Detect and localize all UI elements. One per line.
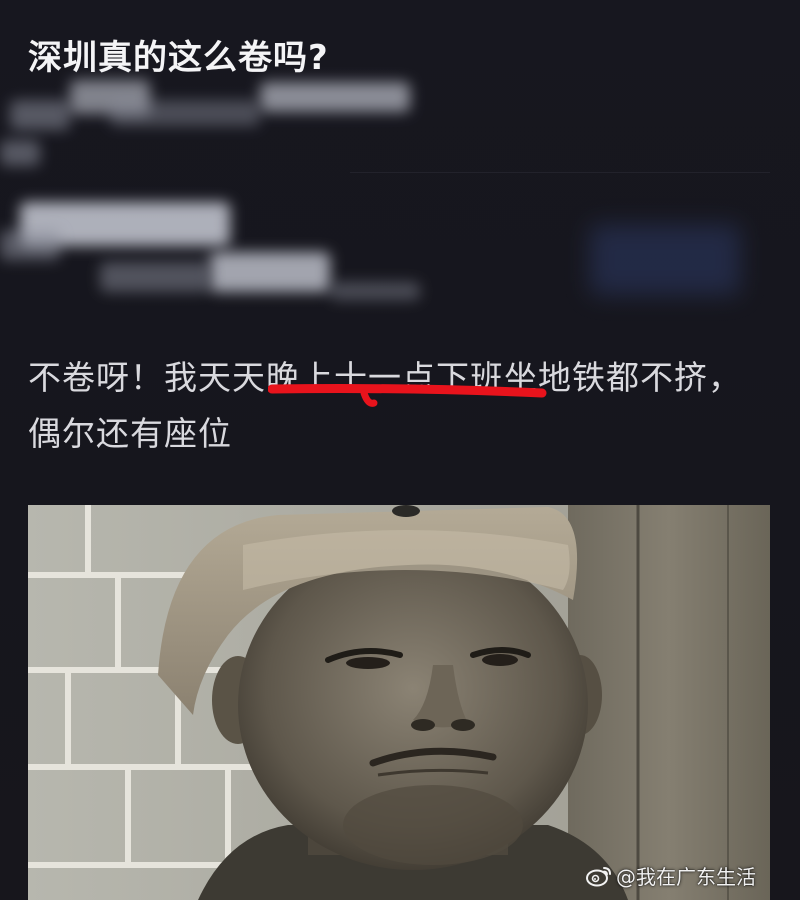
watermark-text: @我在广东生活 bbox=[616, 865, 756, 889]
watermark: @我在广东生活 bbox=[586, 861, 756, 890]
meme-photo-illustration bbox=[28, 505, 770, 900]
meme-photo: @我在广东生活 bbox=[28, 505, 770, 900]
post-page: 深圳真的这么卷吗? 不卷呀！我天天晚上十一点下班坐地铁都不挤，偶尔还有座位 @我… bbox=[0, 0, 800, 900]
post-title: 深圳真的这么卷吗? bbox=[28, 38, 329, 78]
weibo-icon bbox=[586, 866, 611, 886]
divider bbox=[350, 172, 770, 173]
red-underline-mark bbox=[268, 384, 547, 407]
